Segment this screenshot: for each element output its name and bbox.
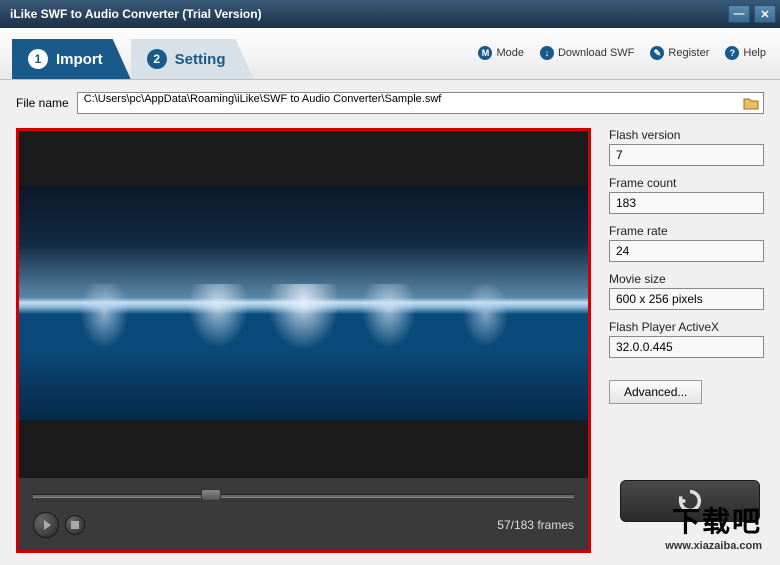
preview-panel: 57/183 frames [16,128,591,553]
window-controls: — ✕ [728,5,776,23]
video-content [19,284,588,355]
tab-import-num: 1 [28,49,48,69]
filename-row: File name C:\Users\pc\AppData\Roaming\iL… [16,92,764,114]
titlebar: iLike SWF to Audio Converter (Trial Vers… [0,0,780,28]
filename-input[interactable]: C:\Users\pc\AppData\Roaming\iLike\SWF to… [77,92,764,114]
video-letterbox-top [19,131,588,185]
help-label: Help [743,47,766,59]
filename-value: C:\Users\pc\AppData\Roaming\iLike\SWF to… [84,93,442,105]
tabs: 1 Import 2 Setting [12,39,254,79]
tab-setting[interactable]: 2 Setting [131,39,254,79]
watermark: 下载吧 www.xiazaiba.com [665,500,762,552]
watermark-url: www.xiazaiba.com [665,540,762,552]
player-controls: 57/183 frames [19,478,588,550]
frame-rate-value: 24 [609,240,764,262]
frame-count-value: 183 [609,192,764,214]
frame-rate-label: Frame rate [609,224,764,238]
tab-setting-label: Setting [175,51,226,68]
activex-label: Flash Player ActiveX [609,320,764,334]
tab-import[interactable]: 1 Import [12,39,131,79]
advanced-button[interactable]: Advanced... [609,380,702,404]
play-icon [44,520,51,530]
seek-bar[interactable] [33,488,574,504]
video-frame [19,185,588,420]
flash-version-label: Flash version [609,128,764,142]
watermark-text: 下载吧 [665,500,762,540]
register-label: Register [668,47,709,59]
top-links: M Mode ↓ Download SWF ✎ Register ? Help [478,46,766,60]
close-button[interactable]: ✕ [754,5,776,23]
play-row: 57/183 frames [33,512,574,538]
help-link[interactable]: ? Help [725,46,766,60]
video-letterbox-bottom [19,420,588,478]
movie-size-label: Movie size [609,272,764,286]
frame-count-field: Frame count 183 [609,176,764,214]
frame-rate-field: Frame rate 24 [609,224,764,262]
flash-version-field: Flash version 7 [609,128,764,166]
mode-icon: M [478,46,492,60]
tab-setting-num: 2 [147,49,167,69]
activex-value: 32.0.0.445 [609,336,764,358]
activex-field: Flash Player ActiveX 32.0.0.445 [609,320,764,358]
mode-label: Mode [496,47,524,59]
seek-track [33,494,574,498]
toolbar: 1 Import 2 Setting M Mode ↓ Download SWF… [0,28,780,80]
frame-counter: 57/183 frames [497,518,574,532]
flash-version-value: 7 [609,144,764,166]
register-link[interactable]: ✎ Register [650,46,709,60]
tab-import-label: Import [56,51,103,68]
frame-count-label: Frame count [609,176,764,190]
stop-icon [71,521,79,529]
movie-size-field: Movie size 600 x 256 pixels [609,272,764,310]
stop-button[interactable] [65,515,85,535]
browse-icon[interactable] [743,96,759,110]
window-title: iLike SWF to Audio Converter (Trial Vers… [10,7,728,21]
seek-thumb[interactable] [201,489,221,501]
filename-label: File name [16,96,69,110]
download-icon: ↓ [540,46,554,60]
download-label: Download SWF [558,47,634,59]
register-icon: ✎ [650,46,664,60]
movie-size-value: 600 x 256 pixels [609,288,764,310]
mode-link[interactable]: M Mode [478,46,524,60]
help-icon: ? [725,46,739,60]
download-swf-link[interactable]: ↓ Download SWF [540,46,634,60]
minimize-button[interactable]: — [728,5,750,23]
play-button[interactable] [33,512,59,538]
